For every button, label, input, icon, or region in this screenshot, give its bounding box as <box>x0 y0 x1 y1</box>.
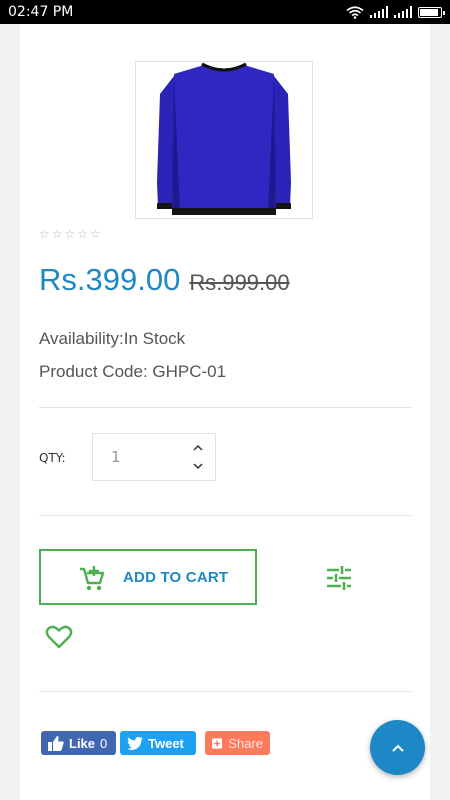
thumbs-up-icon <box>48 735 64 751</box>
product-image[interactable] <box>135 61 313 219</box>
chevron-down-icon[interactable] <box>191 460 205 472</box>
status-icons <box>346 5 445 19</box>
social-buttons: Like 0 Tweet Share <box>41 731 270 755</box>
tweet-label: Tweet <box>148 735 184 751</box>
facebook-like-button[interactable]: Like 0 <box>41 731 116 755</box>
star-icon: ☆ <box>51 227 63 241</box>
divider <box>39 515 411 516</box>
divider <box>39 407 411 408</box>
share-button[interactable]: Share <box>205 731 270 755</box>
add-to-cart-label: ADD TO CART <box>123 569 229 586</box>
add-to-cart-button[interactable]: ADD TO CART <box>39 549 257 605</box>
add-cart-icon <box>80 566 105 591</box>
star-icon: ☆ <box>64 227 76 241</box>
signal-icon-2 <box>394 6 412 18</box>
qty-label: QTY: <box>39 451 66 465</box>
signal-icon <box>370 6 388 18</box>
product-code-text: Product Code: GHPC-01 <box>39 362 227 381</box>
quantity-stepper[interactable]: 1 <box>92 433 216 481</box>
star-icon: ☆ <box>77 227 89 241</box>
twitter-bird-icon <box>127 736 143 750</box>
tweet-button[interactable]: Tweet <box>120 731 196 755</box>
shirt-image <box>157 62 291 215</box>
plus-square-icon <box>212 737 223 749</box>
heart-icon[interactable] <box>45 625 73 649</box>
star-icon: ☆ <box>90 227 101 241</box>
current-price: Rs.399.00 <box>39 262 181 297</box>
wifi-icon <box>346 5 364 19</box>
chevron-up-icon[interactable] <box>191 442 205 454</box>
availability-text: Availability:In Stock <box>39 329 186 348</box>
status-time: 02:47 PM <box>8 4 74 20</box>
old-price: Rs.999.00 <box>189 270 290 295</box>
rating-stars: ☆ ☆ ☆ ☆ ☆ <box>39 228 101 240</box>
price-row: Rs.399.00 Rs.999.00 <box>39 262 290 298</box>
battery-icon <box>418 6 445 18</box>
product-card: ☆ ☆ ☆ ☆ ☆ Rs.399.00 Rs.999.00 Availabili… <box>20 24 430 800</box>
chevron-up-icon <box>391 744 404 752</box>
divider <box>39 691 411 692</box>
sliders-icon[interactable] <box>326 566 352 590</box>
like-label: Like <box>69 735 96 751</box>
status-bar: 02:47 PM <box>0 0 450 24</box>
star-icon: ☆ <box>39 227 50 241</box>
scroll-to-top-button[interactable] <box>370 720 425 775</box>
share-label: Share <box>228 735 263 751</box>
quantity-input[interactable]: 1 <box>111 448 121 466</box>
like-count: 0 <box>100 735 108 751</box>
